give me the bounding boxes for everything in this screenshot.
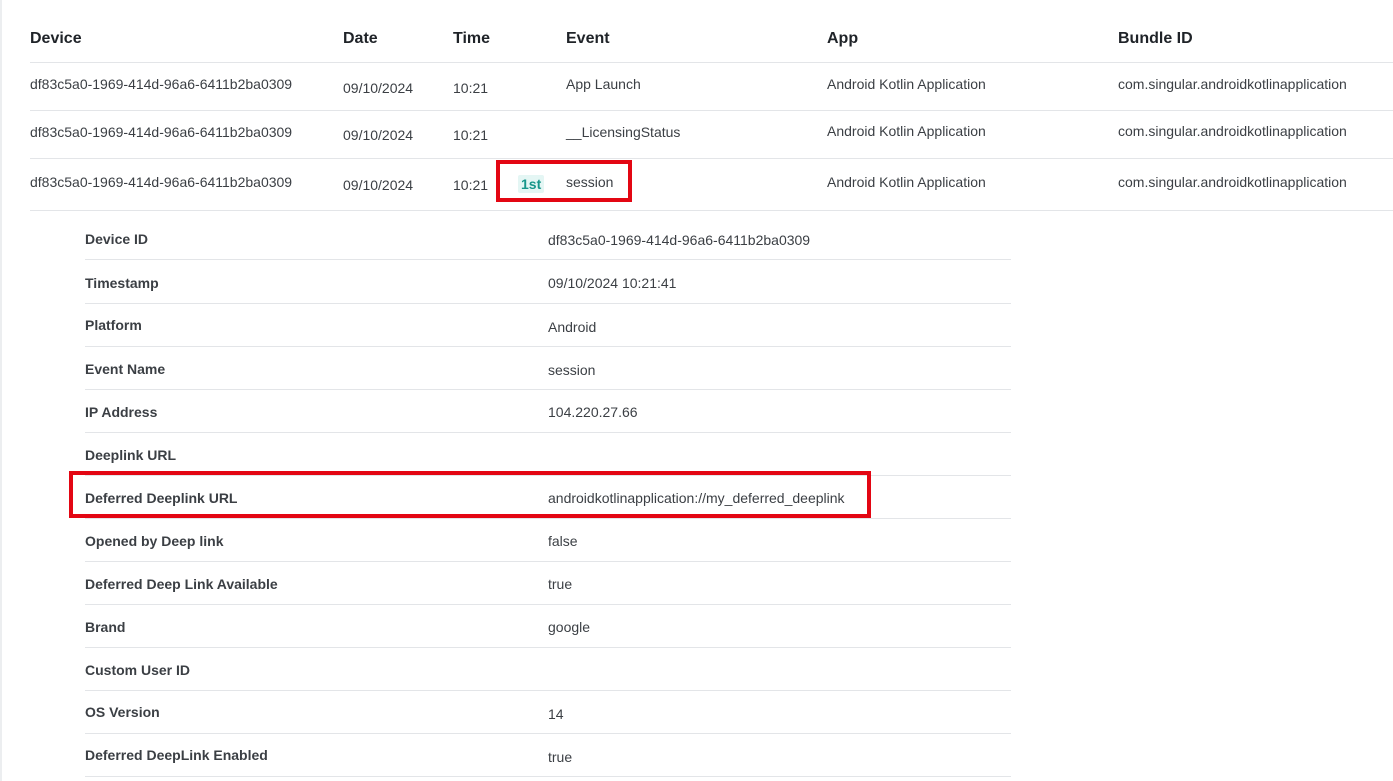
table-row[interactable]: df83c5a0-1969-414d-96a6-6411b2ba0309 09/… <box>30 63 1393 111</box>
detail-key: Platform <box>85 317 142 333</box>
detail-row-custom-user-id: Custom User ID <box>85 648 1011 691</box>
event-highlight-box <box>496 160 632 202</box>
date-cell: 09/10/2024 <box>343 177 414 193</box>
detail-key: Deeplink URL <box>85 447 177 463</box>
detail-key: Deferred DeepLink Enabled <box>85 747 268 763</box>
bundle-cell: com.singular.androidkotlinapplication <box>1118 174 1347 190</box>
header-app[interactable]: App <box>827 30 858 48</box>
header-bundle-id[interactable]: Bundle ID <box>1118 30 1193 48</box>
detail-value: 14 <box>548 706 564 722</box>
detail-value: false <box>548 533 578 549</box>
header-event[interactable]: Event <box>566 30 610 48</box>
detail-value: true <box>548 749 573 765</box>
detail-value: Android <box>548 319 597 335</box>
event-cell: __LicensingStatus <box>566 124 681 140</box>
app-cell: Android Kotlin Application <box>827 76 986 92</box>
app-cell: Android Kotlin Application <box>827 174 986 190</box>
events-table: Device Date Time Event App Bundle ID df8… <box>30 0 1393 211</box>
detail-value: google <box>548 619 591 635</box>
header-date[interactable]: Date <box>343 30 378 48</box>
detail-row-timestamp: Timestamp 09/10/2024 10:21:41 <box>85 260 1011 304</box>
detail-key: Opened by Deep link <box>85 533 224 549</box>
time-cell: 10:21 <box>453 127 489 143</box>
detail-row-event-name: Event Name session <box>85 347 1011 390</box>
device-cell: df83c5a0-1969-414d-96a6-6411b2ba0309 <box>30 76 293 92</box>
event-cell: App Launch <box>566 76 641 92</box>
date-cell: 09/10/2024 <box>343 127 414 143</box>
detail-key: Timestamp <box>85 275 159 291</box>
table-row[interactable]: df83c5a0-1969-414d-96a6-6411b2ba0309 09/… <box>30 111 1393 159</box>
detail-row-deferred-deep-link-available: Deferred Deep Link Available true <box>85 562 1011 605</box>
detail-value: 104.220.27.66 <box>548 404 638 420</box>
device-cell: df83c5a0-1969-414d-96a6-6411b2ba0309 <box>30 124 293 140</box>
detail-row-deferred-deeplink-enabled: Deferred DeepLink Enabled true <box>85 734 1011 777</box>
time-cell: 10:21 <box>453 80 489 96</box>
detail-key: Deferred Deep Link Available <box>85 576 278 592</box>
bundle-cell: com.singular.androidkotlinapplication <box>1118 76 1347 92</box>
time-cell: 10:21 <box>453 177 489 193</box>
detail-row-deeplink-url: Deeplink URL <box>85 433 1011 476</box>
detail-key: Brand <box>85 619 126 635</box>
detail-row-device-id: Device ID df83c5a0-1969-414d-96a6-6411b2… <box>85 217 1011 260</box>
detail-row-ip-address: IP Address 104.220.27.66 <box>85 390 1011 433</box>
detail-value: 09/10/2024 10:21:41 <box>548 275 677 291</box>
detail-row-platform: Platform Android <box>85 304 1011 347</box>
detail-key: Event Name <box>85 361 166 377</box>
device-cell: df83c5a0-1969-414d-96a6-6411b2ba0309 <box>30 174 293 190</box>
detail-value: true <box>548 576 573 592</box>
detail-key: Custom User ID <box>85 662 191 678</box>
detail-value: df83c5a0-1969-414d-96a6-6411b2ba0309 <box>548 232 811 248</box>
detail-key: OS Version <box>85 704 160 720</box>
app-cell: Android Kotlin Application <box>827 123 986 139</box>
table-header: Device Date Time Event App Bundle ID <box>30 0 1393 63</box>
detail-row-os-version: OS Version 14 <box>85 691 1011 734</box>
header-device[interactable]: Device <box>30 30 82 48</box>
table-row-expanded[interactable]: df83c5a0-1969-414d-96a6-6411b2ba0309 09/… <box>30 159 1393 211</box>
detail-row-brand: Brand google <box>85 605 1011 648</box>
deferred-deeplink-highlight-box <box>69 471 871 518</box>
detail-value: session <box>548 362 596 378</box>
detail-key: IP Address <box>85 404 158 420</box>
header-time[interactable]: Time <box>453 30 490 48</box>
detail-row-opened-by-deep-link: Opened by Deep link false <box>85 519 1011 562</box>
date-cell: 09/10/2024 <box>343 80 414 96</box>
left-border <box>0 0 2 781</box>
detail-key: Device ID <box>85 231 149 247</box>
bundle-cell: com.singular.androidkotlinapplication <box>1118 123 1347 139</box>
